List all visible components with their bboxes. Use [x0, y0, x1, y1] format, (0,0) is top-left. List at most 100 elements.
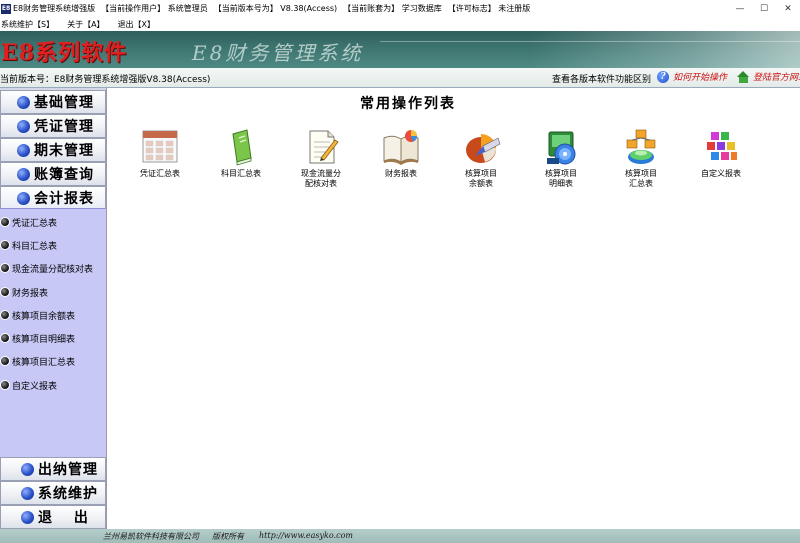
window-controls: — ☐ ✕ [728, 0, 800, 17]
nav-label: 基础管理 [34, 95, 94, 111]
footer-rights: 版权所有 [212, 532, 244, 541]
subitem-custom-report[interactable]: 自定义报表 [0, 376, 106, 394]
subitem-label: 自定义报表 [12, 381, 58, 392]
nav-label: 退 出 [38, 510, 89, 526]
color-blocks-icon [701, 128, 741, 166]
subitem-label: 财务报表 [12, 288, 49, 299]
nav-label: 出纳管理 [38, 462, 98, 478]
common-operations-heading: 常用操作列表 [360, 96, 456, 112]
brand-title: E8系列软件 [1, 40, 128, 66]
subitem-item-detail[interactable]: 核算项目明细表 [0, 329, 106, 347]
nav-label: 会计报表 [34, 191, 94, 207]
nav-ball-icon [17, 191, 30, 205]
tool-label: 核算项目 汇总表 [625, 169, 657, 188]
nav-label: 系统维护 [38, 486, 98, 502]
subitem-label: 凭证汇总表 [12, 218, 58, 229]
footer-company: 兰州易凯软件科技有限公司 [103, 532, 199, 541]
tool-item-summary[interactable]: 核算项目 汇总表 [603, 128, 679, 198]
minimize-icon[interactable]: — [728, 0, 752, 17]
nav-ball-icon [17, 143, 30, 157]
nav-ball-icon [21, 462, 34, 476]
subitem-label: 核算项目余额表 [12, 311, 76, 322]
banner-subtitle: E8财务管理系统 [192, 41, 364, 65]
nav-ball-icon [21, 510, 34, 524]
bullet-icon [0, 287, 10, 297]
official-site-label: 登陆官方网站 [753, 73, 800, 83]
tool-label: 核算项目 余额表 [465, 169, 497, 188]
subitem-item-summary[interactable]: 核算项目汇总表 [0, 352, 106, 370]
cd-box-icon [541, 128, 581, 166]
tool-cashflow-check[interactable]: 现金流量分 配核对表 [283, 128, 359, 198]
open-book-icon [381, 128, 421, 166]
feature-compare-link[interactable]: 查看各版本软件功能区别 [552, 72, 651, 85]
tool-label: 现金流量分 配核对表 [301, 169, 341, 188]
globe-stack-icon [621, 128, 661, 166]
menu-bar: 系统维护【S】 关于【A】 退出【X】 [0, 17, 800, 31]
nav-label: 账簿查询 [34, 167, 94, 183]
info-bar: 当前版本号：E8财务管理系统增强版V8.38(Access) 查看各版本软件功能… [0, 68, 800, 88]
nav-exit[interactable]: 退 出 [0, 505, 106, 529]
banner-line [380, 41, 800, 42]
banner-decoration [530, 31, 800, 68]
tool-financial-reports[interactable]: 财务报表 [363, 128, 439, 198]
nav-cashier[interactable]: 出纳管理 [0, 457, 106, 481]
official-site-link[interactable]: 登陆官方网站 [737, 70, 800, 83]
subitem-account-summary[interactable]: 科目汇总表 [0, 236, 106, 254]
subitem-cashflow-check[interactable]: 现金流量分配核对表 [0, 259, 106, 277]
tool-item-balance[interactable]: 核算项目 余额表 [443, 128, 519, 198]
subitem-label: 科目汇总表 [12, 241, 58, 252]
close-icon[interactable]: ✕ [776, 0, 800, 17]
nav-ball-icon [17, 119, 30, 133]
howto-link-label: 如何开始操作 [673, 73, 728, 83]
current-account-set: 【当前账套为】 学习数据库 [343, 4, 442, 13]
nav-accounting-reports[interactable]: 会计报表 [0, 186, 106, 210]
sidebar: 基础管理 凭证管理 期末管理 账簿查询 会计报表 凭证汇总表 科目汇总表 现金流… [0, 88, 106, 542]
green-books-icon [221, 128, 261, 166]
tool-label: 科目汇总表 [221, 169, 261, 178]
tool-voucher-summary[interactable]: 凭证汇总表 [122, 128, 198, 198]
tool-label: 财务报表 [385, 169, 417, 178]
version-text: 当前版本号：E8财务管理系统增强版V8.38(Access) [0, 75, 211, 85]
tool-label: 凭证汇总表 [140, 169, 180, 178]
subitem-item-balance[interactable]: 核算项目余额表 [0, 306, 106, 324]
howto-link[interactable]: ? 如何开始操作 [657, 70, 727, 83]
nav-period-end[interactable]: 期末管理 [0, 138, 106, 162]
home-icon [737, 70, 750, 83]
title-bar: E8 E8财务管理系统增强版 【当前操作用户】 系统管理员 【当前版本号为】 V… [0, 0, 800, 17]
tool-label: 核算项目 明细表 [545, 169, 577, 188]
menu-about[interactable]: 关于【A】 [66, 19, 104, 30]
subitem-financial-reports[interactable]: 财务报表 [0, 283, 106, 301]
nav-label: 凭证管理 [34, 119, 94, 135]
nav-basic-management[interactable]: 基础管理 [0, 90, 106, 114]
bullet-icon [0, 217, 10, 227]
tool-account-summary[interactable]: 科目汇总表 [203, 128, 279, 198]
menu-system-maintenance[interactable]: 系统维护【S】 [0, 19, 54, 30]
current-user: 【当前操作用户】 系统管理员 [101, 4, 208, 13]
maximize-icon[interactable]: ☐ [752, 0, 776, 17]
nav-system-maintenance[interactable]: 系统维护 [0, 481, 106, 505]
subitem-label: 现金流量分配核对表 [12, 264, 94, 275]
subitem-label: 核算项目汇总表 [12, 357, 76, 368]
tool-custom-report[interactable]: 自定义报表 [683, 128, 759, 198]
subitem-label: 核算项目明细表 [12, 334, 76, 345]
footer-url[interactable]: http://www.easyko.com [259, 531, 353, 540]
app-logo-icon: E8 [1, 3, 11, 14]
tool-item-detail[interactable]: 核算项目 明细表 [523, 128, 599, 198]
footer: 兰州易凯软件科技有限公司 版权所有 http://www.easyko.com [0, 529, 800, 543]
help-icon: ? [657, 70, 669, 83]
menu-exit[interactable]: 退出【X】 [117, 19, 155, 30]
bullet-icon [0, 356, 10, 366]
nav-ball-icon [17, 95, 30, 109]
subitem-voucher-summary[interactable]: 凭证汇总表 [0, 213, 106, 231]
window-title: E8财务管理系统增强版 [13, 4, 96, 13]
bullet-icon [0, 380, 10, 390]
pie-chart-icon [461, 128, 501, 166]
calendar-grid-icon [140, 128, 180, 166]
nav-voucher-management[interactable]: 凭证管理 [0, 114, 106, 138]
bullet-icon [0, 310, 10, 320]
bullet-icon [0, 333, 10, 343]
nav-ball-icon [21, 486, 34, 500]
nav-label: 期末管理 [34, 143, 94, 159]
nav-ledger-query[interactable]: 账簿查询 [0, 162, 106, 186]
banner: E8系列软件 E8财务管理系统 [0, 31, 800, 68]
